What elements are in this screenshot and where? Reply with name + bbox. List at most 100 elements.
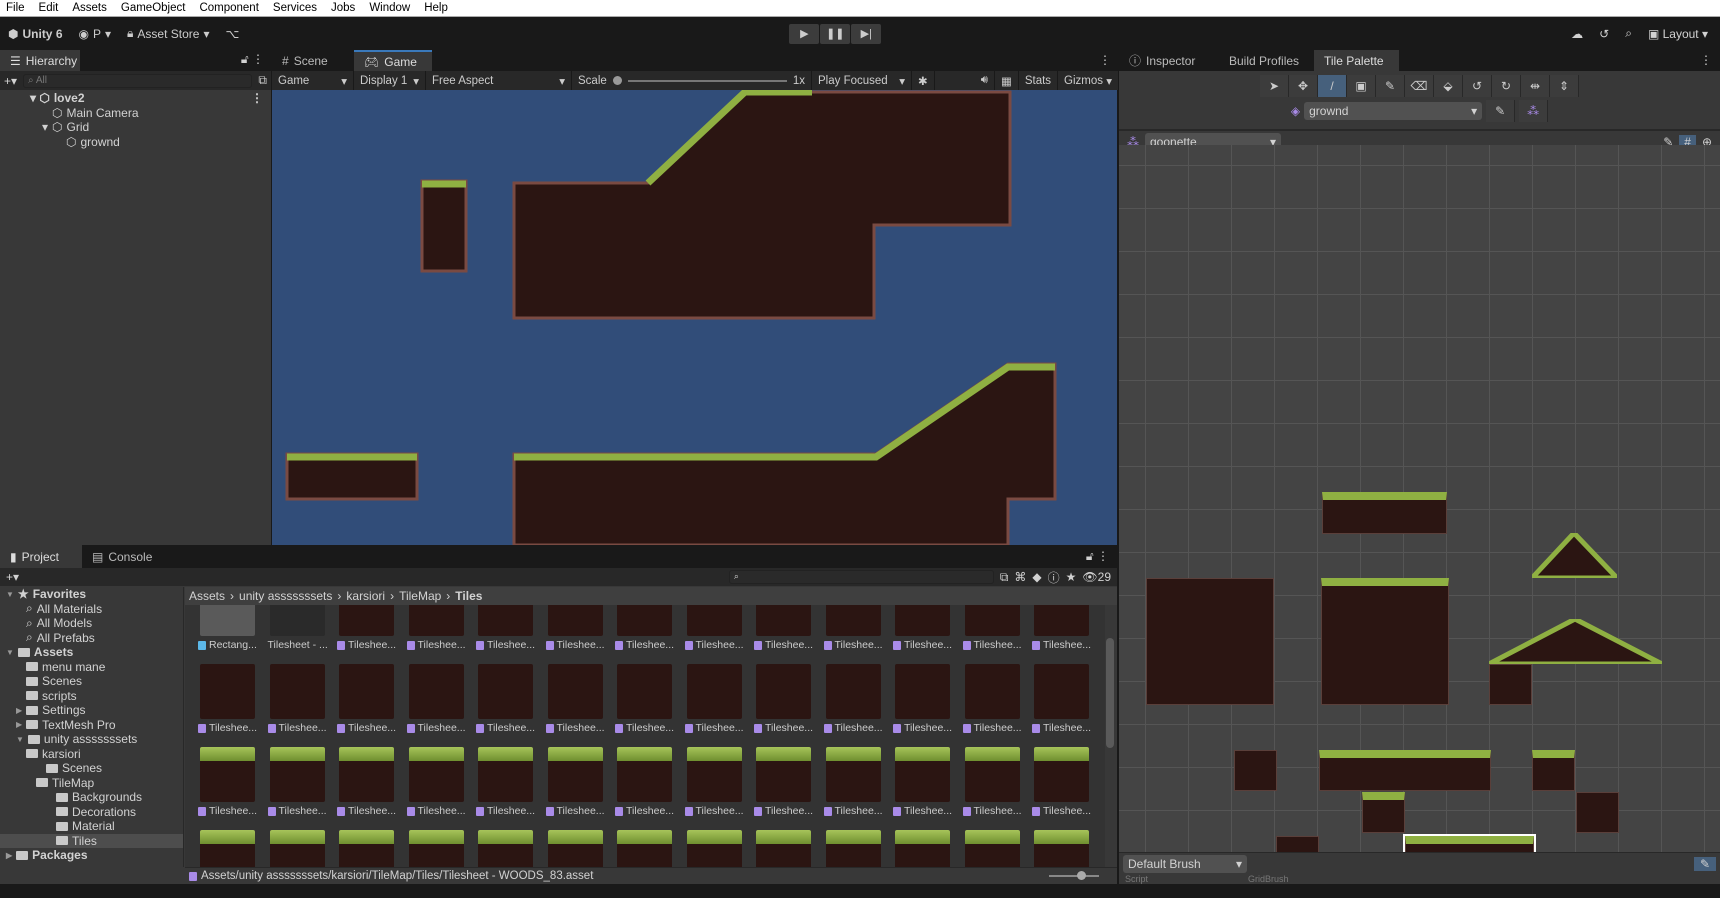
breadcrumb-item[interactable]: unity asssssssets — [239, 589, 332, 603]
menu-component[interactable]: Component — [199, 2, 258, 14]
menu-jobs[interactable]: Jobs — [331, 2, 355, 14]
project-tree-item[interactable]: ▶ Packages — [0, 848, 183, 863]
select-tool-icon[interactable]: ➤ — [1260, 75, 1289, 97]
asset-label[interactable]: Tileshee... — [198, 722, 257, 734]
asset-label[interactable]: Tileshee... — [893, 805, 952, 817]
tab-scene[interactable]: # Scene — [272, 50, 354, 71]
project-tree-item[interactable]: ⌕ All Models — [0, 616, 183, 631]
paint-tool-icon[interactable]: / — [1318, 75, 1347, 97]
asset-label[interactable]: Tileshee... — [545, 722, 605, 734]
project-tree-item[interactable]: Scenes — [0, 761, 183, 776]
asset-label[interactable]: Tileshee... — [1032, 805, 1091, 817]
asset-thumbnail[interactable] — [686, 830, 742, 867]
asset-thumbnail[interactable] — [408, 830, 464, 867]
scale-slider[interactable]: Scale 1x — [572, 71, 812, 90]
palette-tile[interactable] — [1234, 750, 1277, 791]
brush-pick-icon[interactable]: ✎ — [1693, 856, 1716, 871]
asset-thumbnail[interactable] — [825, 747, 881, 802]
palette-tile[interactable] — [1146, 578, 1274, 705]
asset-thumbnail[interactable] — [200, 747, 255, 802]
asset-label[interactable]: Tileshee... — [684, 805, 744, 817]
asset-label[interactable]: Tileshee... — [406, 639, 466, 651]
asset-label[interactable]: Tileshee... — [337, 805, 396, 817]
tab-hierarchy[interactable]: ☰ Hierarchy — [0, 50, 80, 71]
asset-thumbnail[interactable] — [547, 747, 603, 802]
hierarchy-item-camera[interactable]: ⬡ Main Camera — [0, 106, 271, 121]
favorite-icon[interactable]: ★ — [1066, 570, 1077, 584]
asset-label[interactable]: Tileshee... — [476, 722, 535, 734]
asset-label[interactable]: Tileshee... — [962, 805, 1022, 817]
breadcrumb-item[interactable]: Assets — [189, 589, 225, 603]
asset-thumbnail[interactable] — [269, 605, 325, 636]
asset-label[interactable]: Tileshee... — [615, 639, 674, 651]
info-icon[interactable]: ⓘ — [1048, 569, 1060, 586]
flip-y-icon[interactable]: ⇕ — [1550, 75, 1579, 97]
filter-label-icon[interactable]: ⌘ — [1014, 570, 1026, 584]
menu-help[interactable]: Help — [424, 2, 448, 14]
breadcrumb-item[interactable]: TileMap — [399, 589, 441, 603]
fill-tool-icon[interactable]: ⬙ — [1434, 75, 1463, 97]
asset-thumbnail[interactable] — [617, 830, 672, 867]
asset-label[interactable]: Tileshee... — [615, 805, 674, 817]
asset-label[interactable]: Tileshee... — [545, 639, 605, 651]
asset-label[interactable]: Tileshee... — [1032, 639, 1091, 651]
palette-tile[interactable] — [1576, 792, 1619, 833]
asset-label[interactable]: Tileshee... — [823, 805, 883, 817]
brush-dropdown[interactable]: Default Brush ▾ — [1123, 854, 1247, 873]
menu-file[interactable]: File — [6, 2, 25, 14]
game-view-dropdown[interactable]: Game ▾ — [272, 71, 354, 90]
asset-thumbnail[interactable] — [478, 830, 533, 867]
asset-thumbnail[interactable] — [756, 747, 811, 802]
palette-settings-icon[interactable]: ⁂ — [1519, 100, 1549, 122]
asset-thumbnail[interactable] — [895, 664, 950, 719]
project-tree-item[interactable]: Decorations — [0, 805, 183, 820]
asset-label[interactable]: Tileshee... — [754, 805, 813, 817]
asset-thumbnail[interactable] — [1034, 605, 1089, 636]
box-fill-tool-icon[interactable]: ▣ — [1347, 75, 1376, 97]
menu-services[interactable]: Services — [273, 2, 317, 14]
asset-thumbnail[interactable] — [339, 605, 394, 636]
asset-thumbnail[interactable] — [200, 605, 255, 636]
asset-thumbnail[interactable] — [269, 747, 325, 802]
palette-tile[interactable] — [1319, 750, 1491, 791]
tab-build-profiles[interactable]: Build Profiles — [1219, 50, 1314, 71]
palette-slope-large[interactable] — [1489, 619, 1662, 664]
asset-label[interactable]: Tileshee... — [337, 639, 396, 651]
palette-tile[interactable] — [1321, 578, 1449, 705]
asset-label[interactable]: Tileshee... — [823, 639, 883, 651]
palette-slope-small[interactable] — [1532, 533, 1617, 578]
project-tree-item[interactable]: ⌕ All Prefabs — [0, 630, 183, 646]
asset-label[interactable]: Tilesheet - ... — [268, 639, 328, 651]
picker-tool-icon[interactable]: ✎ — [1376, 75, 1405, 97]
asset-thumbnail[interactable] — [547, 830, 603, 867]
asset-thumbnail[interactable] — [686, 747, 742, 802]
asset-label[interactable]: Tileshee... — [337, 722, 396, 734]
project-search-input[interactable]: ⌕ — [728, 570, 994, 584]
asset-thumbnail[interactable] — [339, 664, 394, 719]
tab-tile-palette[interactable]: Tile Palette — [1314, 50, 1399, 71]
asset-thumbnail[interactable] — [478, 664, 533, 719]
asset-thumbnail[interactable] — [269, 830, 325, 867]
asset-label[interactable]: Tileshee... — [893, 639, 952, 651]
asset-store-button[interactable]: 🔒︎ Asset Store ▾ — [119, 26, 217, 41]
scene-visibility-icon[interactable]: ⧉ — [258, 73, 267, 88]
asset-label[interactable]: Tileshee... — [198, 805, 257, 817]
cloud-icon[interactable]: ☁ — [1571, 27, 1583, 41]
asset-thumbnail[interactable] — [825, 830, 881, 867]
asset-thumbnail[interactable] — [408, 664, 464, 719]
asset-thumbnail[interactable] — [547, 605, 603, 636]
keyboard-icon[interactable]: ▦ — [995, 71, 1019, 90]
asset-thumbnail[interactable] — [825, 664, 881, 719]
lock-icon[interactable]: 🔓︎ ⋮ — [1086, 549, 1117, 564]
asset-thumbnail[interactable] — [408, 605, 464, 636]
history-icon[interactable]: ↺ — [1599, 27, 1609, 41]
asset-label[interactable]: Rectang... — [198, 639, 257, 651]
asset-thumbnail[interactable] — [686, 664, 742, 719]
tag-icon[interactable]: ◆ — [1032, 570, 1041, 584]
asset-label[interactable]: Tileshee... — [684, 639, 744, 651]
asset-thumbnail[interactable] — [1034, 664, 1089, 719]
asset-thumbnail[interactable] — [1034, 747, 1089, 802]
palette-tile[interactable] — [1532, 750, 1575, 791]
rotate-ccw-icon[interactable]: ↺ — [1463, 75, 1492, 97]
account-button[interactable]: ◉ P ▾ — [71, 27, 120, 41]
